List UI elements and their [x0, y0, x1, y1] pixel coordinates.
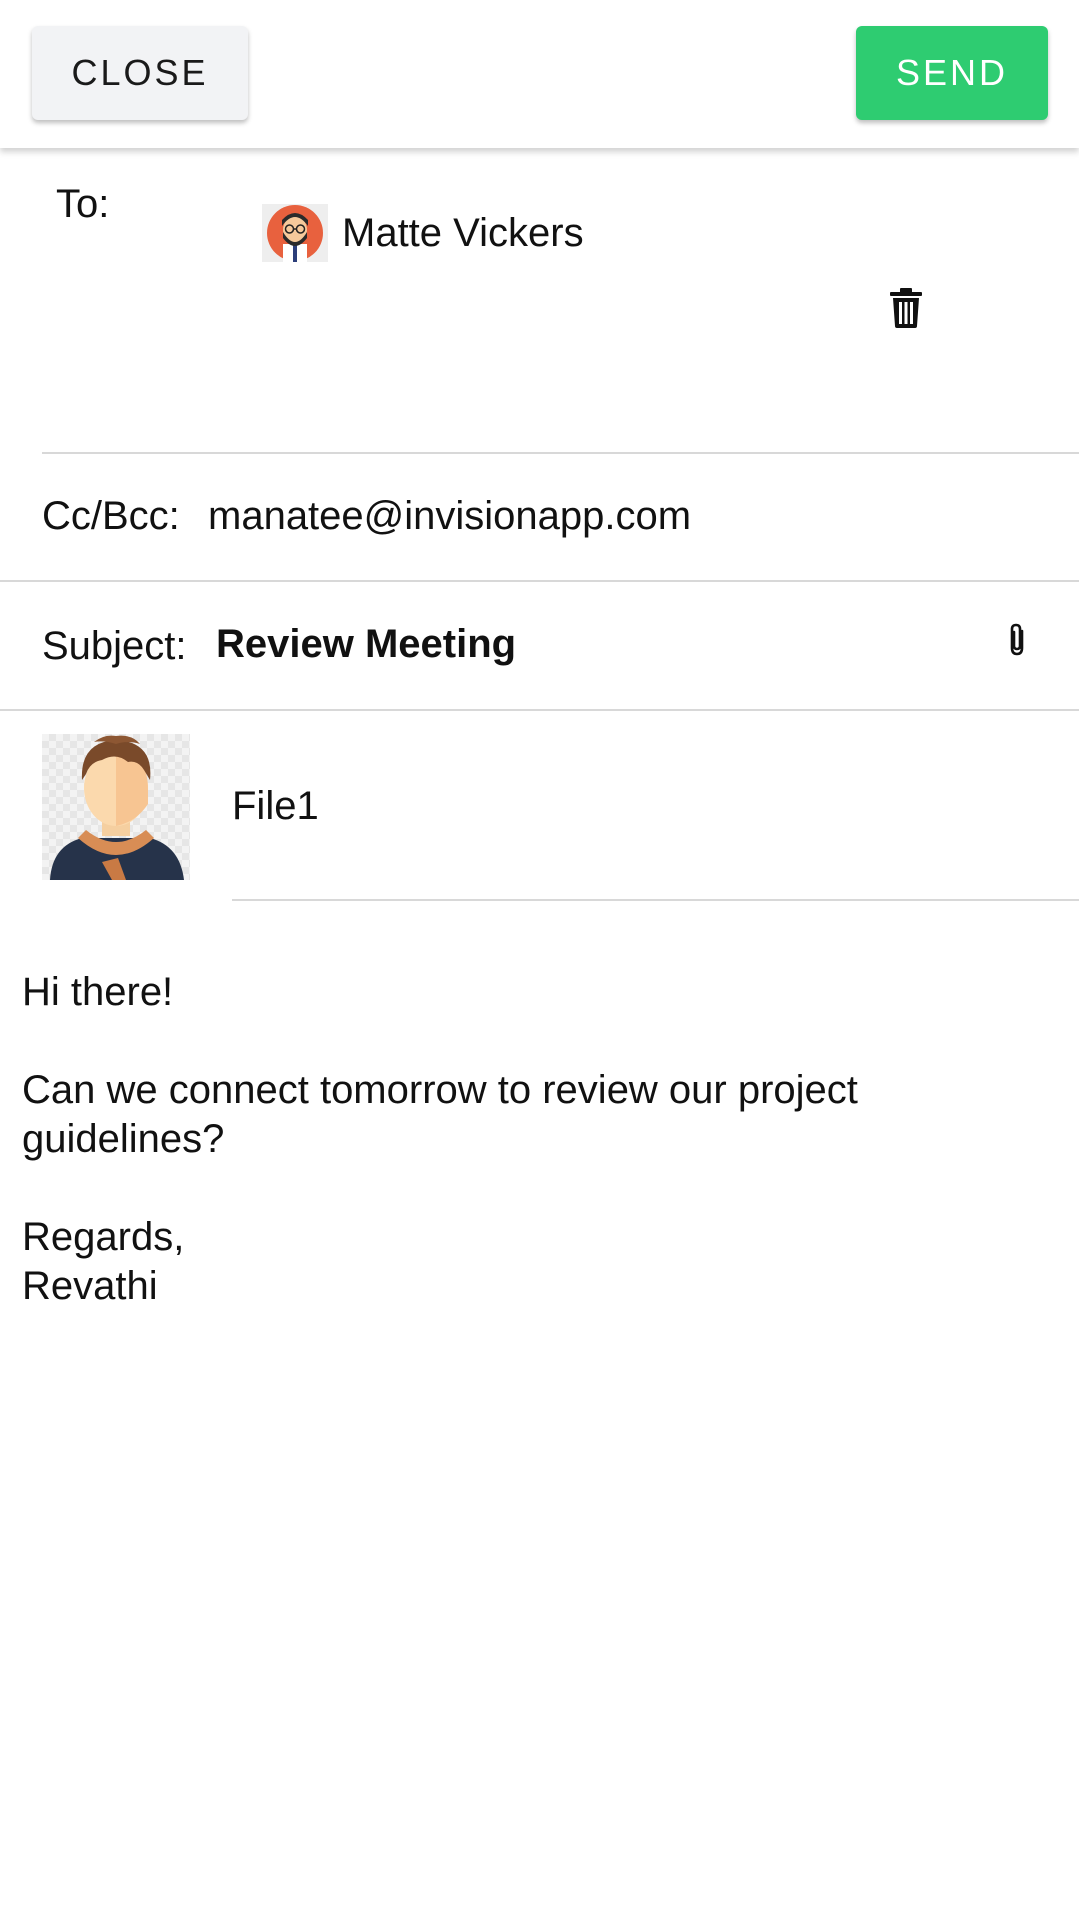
- man-with-scarf-avatar-icon[interactable]: [42, 734, 190, 880]
- subject-label: Subject:: [42, 624, 187, 668]
- recipient-name: Matte Vickers: [342, 210, 584, 255]
- divider: [0, 709, 1079, 711]
- bearded-man-avatar-icon: [262, 204, 328, 262]
- send-button[interactable]: SEND: [856, 26, 1048, 120]
- cc-field[interactable]: manatee@invisionapp.com: [208, 494, 691, 539]
- paperclip-icon[interactable]: [1004, 622, 1030, 658]
- recipient-chip[interactable]: Matte Vickers: [262, 204, 584, 262]
- divider: [42, 452, 1079, 454]
- body-line: guidelines?: [22, 1117, 225, 1161]
- body-signature: Revathi: [22, 1264, 158, 1308]
- close-button[interactable]: CLOSE: [32, 26, 248, 120]
- compose-header: CLOSE SEND: [0, 0, 1079, 148]
- subject-field[interactable]: Review Meeting: [216, 622, 516, 667]
- message-body[interactable]: Hi there! Can we connect tomorrow to rev…: [22, 968, 1042, 1311]
- body-line: Can we connect tomorrow to review our pr…: [22, 1068, 858, 1112]
- divider: [232, 899, 1079, 901]
- trash-icon[interactable]: [888, 288, 924, 328]
- attachment-name[interactable]: File1: [232, 784, 319, 829]
- to-label: To:: [56, 182, 110, 226]
- cc-label: Cc/Bcc:: [42, 494, 180, 538]
- body-closing: Regards,: [22, 1215, 185, 1259]
- divider: [0, 580, 1079, 582]
- body-greeting: Hi there!: [22, 970, 174, 1014]
